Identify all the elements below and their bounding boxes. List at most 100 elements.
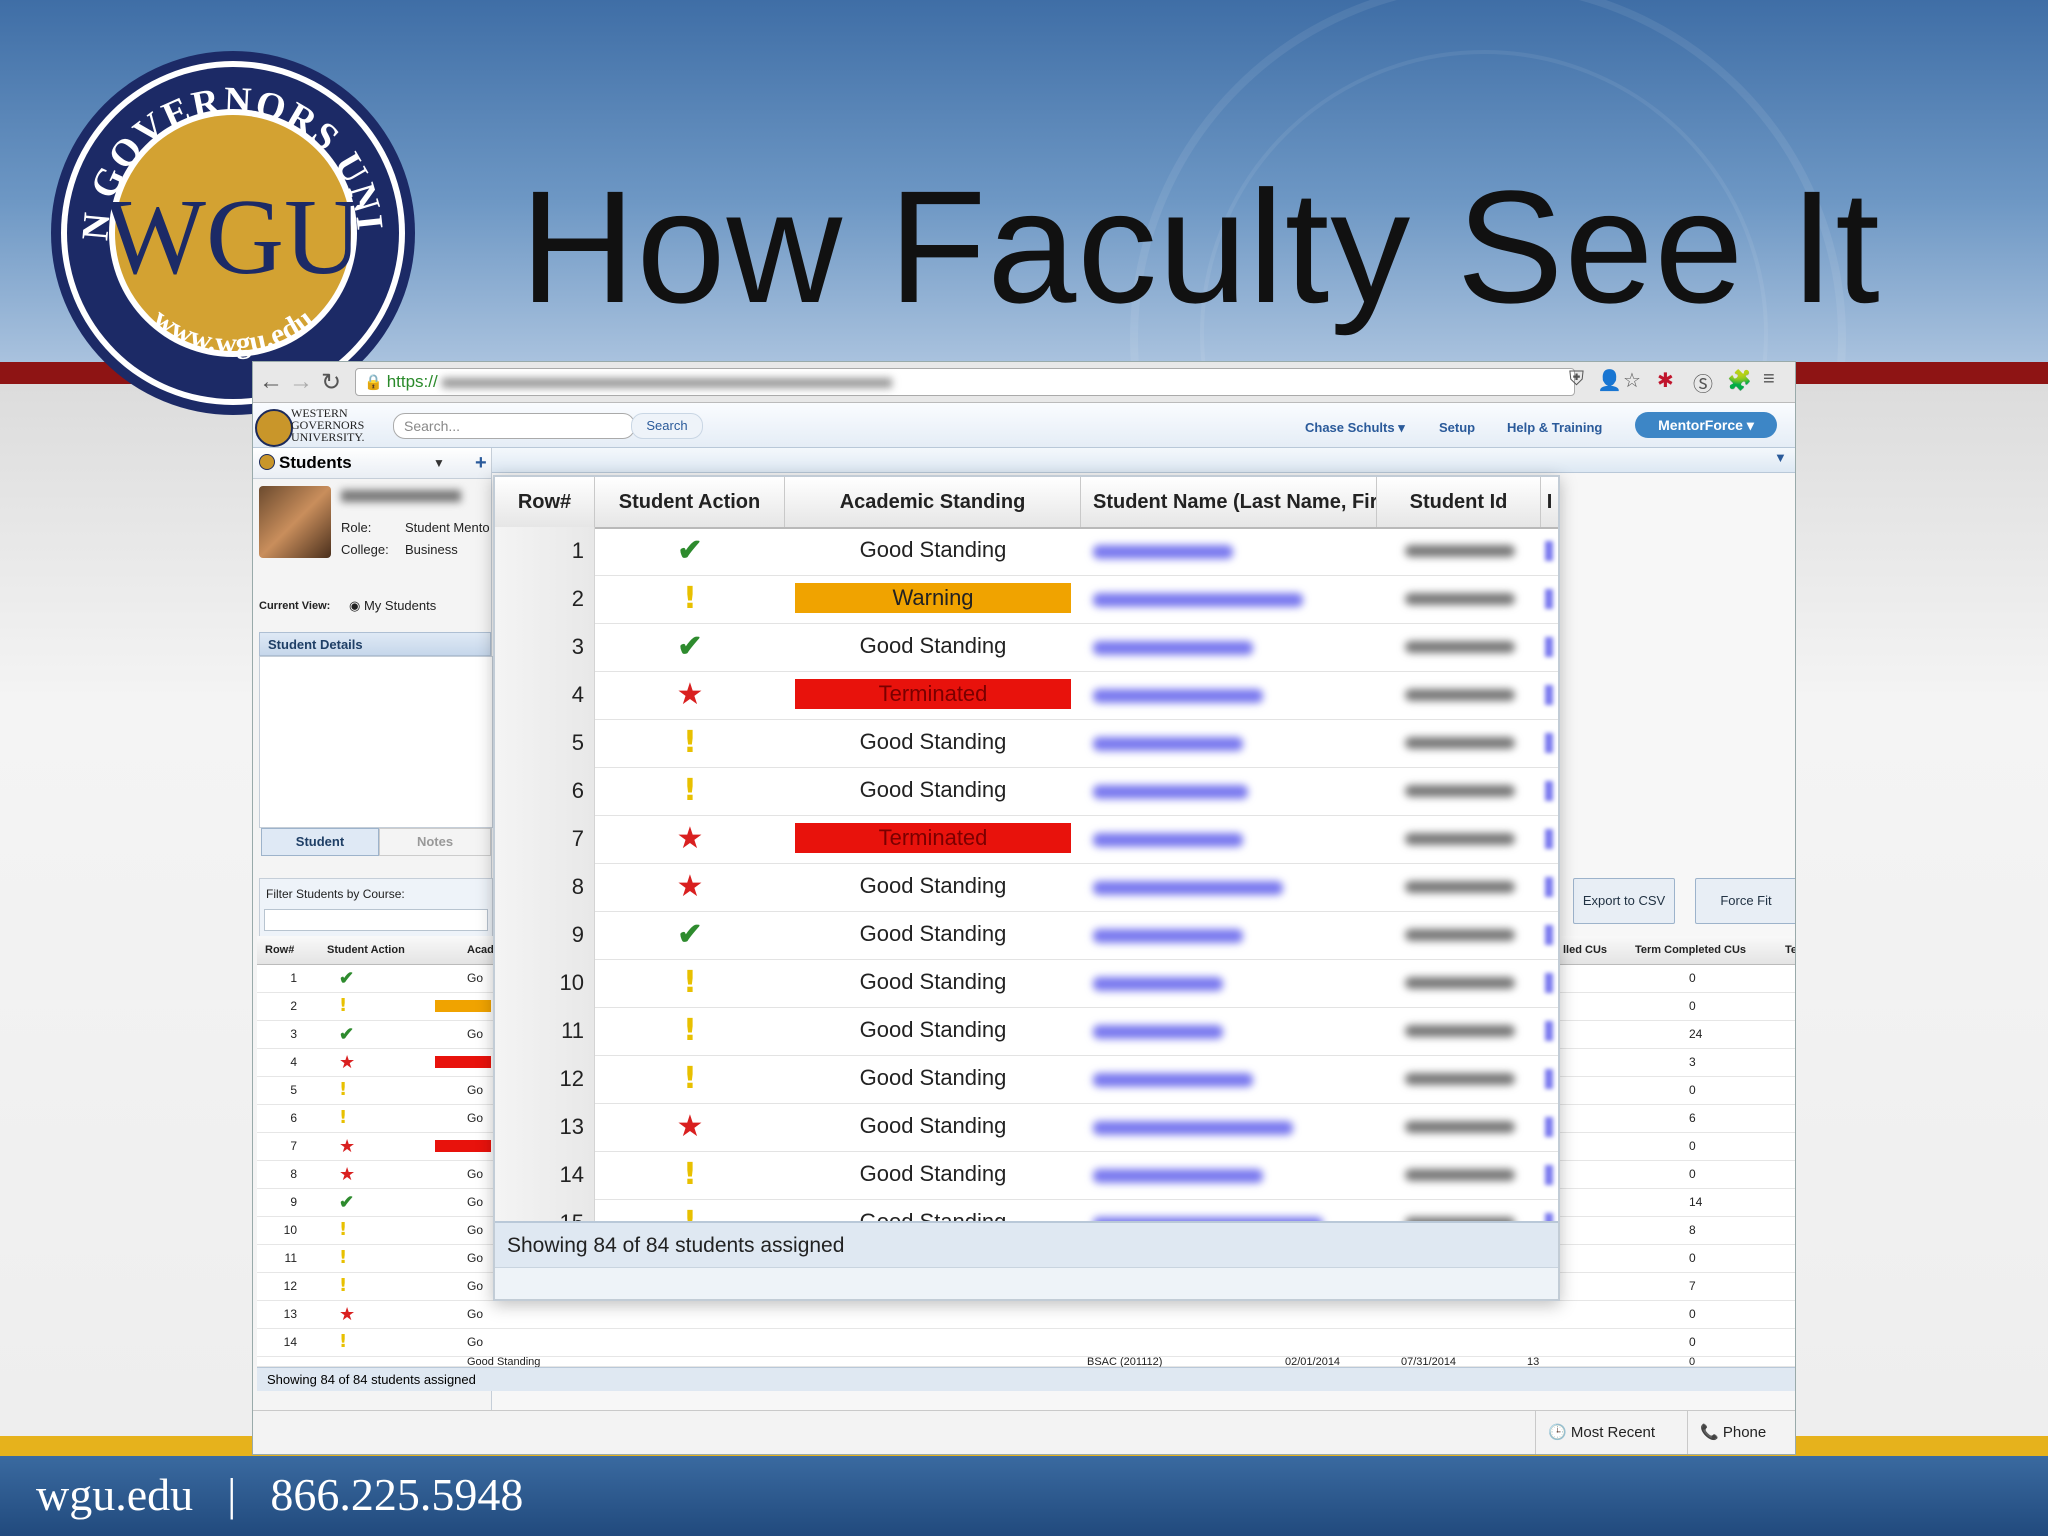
extension-puzzle-icon[interactable]: 🧩: [1727, 368, 1752, 393]
zoom-table-row[interactable]: 3 ✔ Good Standing: [495, 623, 1558, 672]
zoom-table-row[interactable]: 10! Good Standing: [495, 959, 1558, 1008]
academic-standing-value: Good Standing: [859, 921, 1007, 946]
force-fit-button[interactable]: Force Fit: [1695, 878, 1795, 924]
grid-row-15-partial[interactable]: Good Standing BSAC (201112) 02/01/2014 0…: [257, 1356, 1795, 1368]
tab-notes[interactable]: Notes: [379, 828, 491, 856]
academic-standing-value: Good Standing: [859, 537, 1007, 562]
zoom-col-student-name[interactable]: Student Name (Last Name, First: [1081, 477, 1377, 527]
student-id-redacted: [1405, 737, 1515, 749]
role-value: Student Mento: [405, 520, 490, 535]
lock-icon: 🔒: [364, 374, 383, 391]
student-name-redacted: [1093, 1025, 1223, 1039]
user-menu[interactable]: Chase Schults ▾: [1305, 420, 1405, 436]
grid-row-number: 3: [290, 1027, 297, 1041]
col-row-number[interactable]: Row#: [265, 936, 294, 964]
zoom-table-row[interactable]: 9 ✔ Good Standing: [495, 911, 1558, 960]
phone-button[interactable]: 📞 Phone: [1687, 1411, 1795, 1454]
student-name-redacted: [1093, 689, 1263, 703]
zoom-col-academic-standing[interactable]: Academic Standing: [785, 477, 1081, 527]
next-column-redacted: [1545, 829, 1553, 849]
course-filter-input[interactable]: [264, 909, 488, 931]
zoom-col-student-id[interactable]: Student Id: [1377, 477, 1541, 527]
back-arrow-icon[interactable]: ←: [259, 368, 283, 396]
zoom-table-row[interactable]: 8 ★ Good Standing: [495, 863, 1558, 912]
student-name-redacted: [1093, 641, 1253, 655]
phone-icon: 📞: [1700, 1424, 1719, 1441]
table-row[interactable]: 13 ★ Go 0: [257, 1300, 1795, 1329]
reload-icon[interactable]: ↻: [321, 368, 341, 397]
col-enrolled-cus[interactable]: lled CUs: [1563, 936, 1607, 964]
address-bar[interactable]: 🔒 https://: [355, 368, 1575, 396]
academic-standing-value: Go: [467, 1251, 484, 1265]
checkmark-icon: ✔: [677, 630, 703, 663]
next-column-redacted: [1545, 1021, 1553, 1041]
zoom-table-row[interactable]: 6! Good Standing: [495, 767, 1558, 816]
zoom-table-row[interactable]: 2! Warning: [495, 575, 1558, 624]
zoom-table-row[interactable]: 1 ✔ Good Standing: [495, 527, 1558, 576]
zoom-row-number: 14: [495, 1151, 595, 1199]
zoom-col-next[interactable]: I: [1541, 477, 1558, 527]
global-search-input[interactable]: Search...: [393, 413, 635, 439]
col-term[interactable]: Te: [1785, 936, 1795, 964]
grid-row-number: 5: [290, 1083, 297, 1097]
zoom-empty-area: [495, 1267, 1558, 1299]
academic-standing-value: Go: [467, 1223, 484, 1237]
red-star-icon: ★: [339, 1052, 356, 1072]
academic-standing-value: Good Standing: [859, 729, 1007, 754]
red-star-icon: ★: [676, 822, 704, 855]
col-term-completed-cus[interactable]: Term Completed CUs: [1635, 936, 1746, 964]
zoom-table-row[interactable]: 13 ★ Good Standing: [495, 1103, 1558, 1152]
exclamation-icon: !: [339, 1079, 348, 1100]
bookmark-star-icon[interactable]: ☆: [1623, 368, 1641, 393]
zoom-col-row-number[interactable]: Row#: [495, 477, 595, 527]
most-recent-button[interactable]: 🕒 Most Recent: [1535, 1411, 1687, 1454]
term-completed-cus-value: 0: [1689, 1083, 1696, 1097]
extension-red-icon[interactable]: ✱: [1657, 368, 1674, 393]
footer-website: wgu.edu: [36, 1469, 194, 1520]
zoom-row-number: 11: [495, 1007, 595, 1055]
grid-row-number: 9: [290, 1195, 297, 1209]
next-column-redacted: [1545, 1117, 1553, 1137]
zoom-table-row[interactable]: 11! Good Standing: [495, 1007, 1558, 1056]
export-csv-button[interactable]: Export to CSV: [1573, 878, 1675, 924]
extension-s-icon[interactable]: Ⓢ: [1693, 368, 1713, 397]
term-completed-cus-value: 0: [1689, 1251, 1696, 1265]
forward-arrow-icon[interactable]: →: [289, 368, 313, 396]
col-academic[interactable]: Acad: [467, 936, 494, 964]
zoom-table-row[interactable]: 4 ★ Terminated: [495, 671, 1558, 720]
term-completed-cus-value: 0: [1689, 971, 1696, 985]
grid-row-number: 11: [284, 1251, 297, 1265]
add-plus-icon[interactable]: +: [475, 448, 487, 478]
term-completed-cus-value: 24: [1689, 1027, 1703, 1041]
col-student-action[interactable]: Student Action: [327, 936, 405, 964]
avatar: [259, 486, 331, 558]
panel-collapse-icon[interactable]: ▼: [1774, 450, 1787, 465]
person-icon[interactable]: 👤: [1597, 368, 1622, 393]
menu-icon[interactable]: ≡: [1763, 368, 1775, 391]
zoom-table-row[interactable]: 14! Good Standing: [495, 1151, 1558, 1200]
tab-student[interactable]: Student: [261, 828, 379, 856]
setup-link[interactable]: Setup: [1439, 420, 1475, 435]
zoom-col-student-action[interactable]: Student Action: [595, 477, 785, 527]
zoom-row-number: 2: [495, 575, 595, 623]
my-students-radio[interactable]: ◉ My Students: [349, 598, 436, 614]
next-column-redacted: [1545, 637, 1553, 657]
grid-row-number: 1: [290, 971, 297, 985]
shield-icon[interactable]: ⛨: [1569, 368, 1584, 391]
zoom-header-row: Row# Student Action Academic Standing St…: [495, 477, 1558, 529]
student-id-redacted: [1405, 929, 1515, 941]
search-button[interactable]: Search: [631, 413, 703, 439]
students-dropdown-icon[interactable]: ▼: [433, 448, 445, 478]
academic-standing-value: Go: [467, 1111, 484, 1125]
college-label: College:: [341, 542, 389, 557]
zoom-row-number: 1: [495, 527, 595, 575]
next-column-redacted: [1545, 1165, 1553, 1185]
red-star-icon: ★: [339, 1304, 356, 1324]
main-content-toolbar: ▼: [492, 448, 1795, 473]
mentorforce-app-menu[interactable]: MentorForce ▾: [1635, 412, 1777, 438]
help-training-link[interactable]: Help & Training: [1507, 420, 1602, 435]
filter-by-course: Filter Students by Course:: [259, 878, 493, 938]
zoom-table-row[interactable]: 12! Good Standing: [495, 1055, 1558, 1104]
zoom-table-row[interactable]: 7 ★ Terminated: [495, 815, 1558, 864]
zoom-table-row[interactable]: 5! Good Standing: [495, 719, 1558, 768]
